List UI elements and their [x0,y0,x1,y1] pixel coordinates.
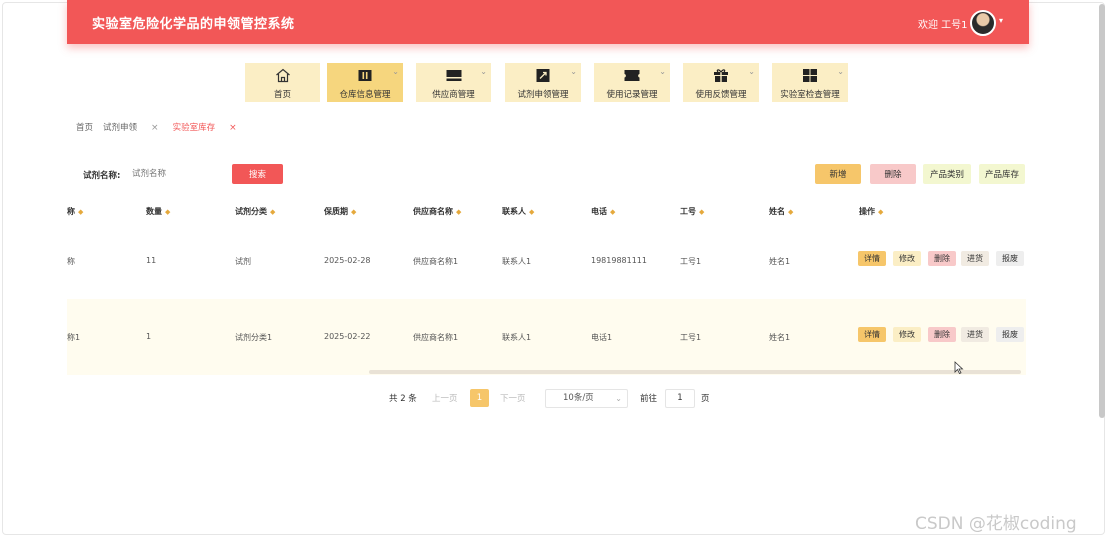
tab-requisition[interactable]: 试剂申领 [103,123,137,133]
chevron-down-icon[interactable]: ▾ [999,16,1003,25]
cell-phone: 19819881111 [591,256,647,265]
product-category-button[interactable]: 产品类别 [923,164,971,184]
cell-expiry: 2025-02-28 [324,256,371,265]
column-header-expiry[interactable]: 保质期 ◆ [324,206,356,217]
cell-qty: 11 [146,256,157,265]
chevron-down-icon: ⌄ [659,67,666,76]
close-icon[interactable]: × [151,123,159,133]
column-header-staff-no[interactable]: 工号 ◆ [680,206,704,217]
supplier-icon [446,70,461,81]
restock-button[interactable]: 进货 [961,251,989,266]
cell-category: 试剂 [235,257,251,266]
edit-button[interactable]: 修改 [893,327,921,342]
nav-item-home[interactable]: 首页 [245,63,320,102]
nav-item-usage-record[interactable]: ⌄ 使用记录管理 [594,63,670,102]
edit-button[interactable]: 修改 [893,251,921,266]
nav-label: 使用反馈管理 [695,90,747,100]
nav-label: 首页 [273,90,291,100]
search-input[interactable] [132,164,222,184]
cell-supplier: 供应商名称1 [413,257,459,266]
home-icon [275,68,290,83]
nav-label: 供应商管理 [432,90,475,100]
avatar[interactable] [970,10,996,36]
cell-qty: 1 [146,332,152,341]
cell-name: 称 [67,257,75,266]
cell-expiry: 2025-02-22 [324,332,371,341]
cell-person: 姓名1 [769,333,791,342]
prev-page-button[interactable]: 上一页 [432,392,458,404]
welcome-text: 欢迎 工号1 [918,20,968,31]
chevron-down-icon: ⌄ [480,67,487,76]
chevron-down-icon: ⌄ [392,67,399,76]
restock-button[interactable]: 进货 [961,327,989,342]
chevron-down-icon: ⌄ [837,67,844,76]
next-page-button[interactable]: 下一页 [500,392,526,404]
cell-contact: 联系人1 [502,257,532,266]
column-header-qty[interactable]: 数量 ◆ [146,206,170,217]
cell-phone: 电话1 [591,333,613,342]
pagination-total: 共 2 条 [389,394,417,404]
chevron-down-icon: ⌄ [570,67,577,76]
horizontal-scrollbar[interactable] [369,370,1021,374]
cell-person: 姓名1 [769,257,791,266]
nav-item-lab-inspection[interactable]: ⌄ 实验室检查管理 [772,63,848,102]
vertical-scrollbar[interactable] [1099,4,1105,418]
requisition-icon [536,69,550,82]
nav-label: 使用记录管理 [606,90,658,100]
ticket-icon [624,70,640,81]
add-button[interactable]: 新增 [815,164,861,184]
column-header-contact[interactable]: 联系人 ◆ [502,206,534,217]
watermark: CSDN @花椒coding [915,514,1077,534]
app-window: 实验室危险化学品的申领管控系统 欢迎 工号1 ▾ 首页 ⌄ 仓库信息管理 ⌄ 供… [0,0,1107,539]
delete-button[interactable]: 删除 [928,251,956,266]
tab-home[interactable]: 首页 [76,123,93,133]
nav-label: 试剂申领管理 [517,90,569,100]
delete-button[interactable]: 删除 [928,327,956,342]
column-header-phone[interactable]: 电话 ◆ [591,206,615,217]
nav-item-warehouse[interactable]: ⌄ 仓库信息管理 [327,63,403,102]
cell-supplier: 供应商名称1 [413,333,459,342]
cell-contact: 联系人1 [502,333,532,342]
search-label: 试剂名称: [83,171,121,181]
nav-label: 仓库信息管理 [339,90,391,100]
app-header: 实验室危险化学品的申领管控系统 欢迎 工号1 ▾ [67,0,1029,44]
detail-button[interactable]: 详情 [858,251,886,266]
nav-item-supplier[interactable]: ⌄ 供应商管理 [416,63,491,102]
batch-delete-button[interactable]: 删除 [870,164,916,184]
warehouse-icon [358,70,372,81]
column-header-category[interactable]: 试剂分类 ◆ [235,206,275,217]
search-button[interactable]: 搜索 [232,164,283,184]
scrap-button[interactable]: 报废 [996,251,1024,266]
page-size-select[interactable]: 10条/页 ⌄ [545,389,628,408]
column-header-supplier[interactable]: 供应商名称 ◆ [413,206,461,217]
goto-page-input[interactable]: 1 [665,389,695,408]
gift-icon [714,69,728,82]
page-suffix: 页 [701,394,710,404]
chevron-down-icon: ⌄ [615,394,622,403]
tab-lab-stock[interactable]: 实验室库存 [173,123,216,133]
goto-label: 前往 [640,394,658,404]
page-size-value: 10条/页 [563,393,594,403]
column-header-name[interactable]: 称 ◆ [67,206,83,217]
nav-item-feedback[interactable]: ⌄ 使用反馈管理 [683,63,759,102]
cell-staff-no: 工号1 [680,257,702,266]
app-title: 实验室危险化学品的申领管控系统 [92,17,295,32]
product-stock-button[interactable]: 产品库存 [979,164,1025,184]
scrap-button[interactable]: 报废 [996,327,1024,342]
cell-category: 试剂分类1 [235,333,273,342]
breadcrumb: 首页 试剂申领 × 实验室库存 × [76,121,251,133]
page-number-current[interactable]: 1 [470,389,489,407]
chevron-down-icon: ⌄ [748,67,755,76]
column-header-person[interactable]: 姓名 ◆ [769,206,793,217]
grid-icon [803,69,817,82]
nav-label: 实验室检查管理 [780,90,840,100]
detail-button[interactable]: 详情 [858,327,886,342]
close-icon[interactable]: × [229,123,237,133]
mouse-cursor-icon [954,361,964,374]
nav-item-requisition[interactable]: ⌄ 试剂申领管理 [505,63,581,102]
cell-name: 称1 [67,333,81,342]
cell-staff-no: 工号1 [680,333,702,342]
column-header-actions: 操作 ◆ [859,207,884,216]
